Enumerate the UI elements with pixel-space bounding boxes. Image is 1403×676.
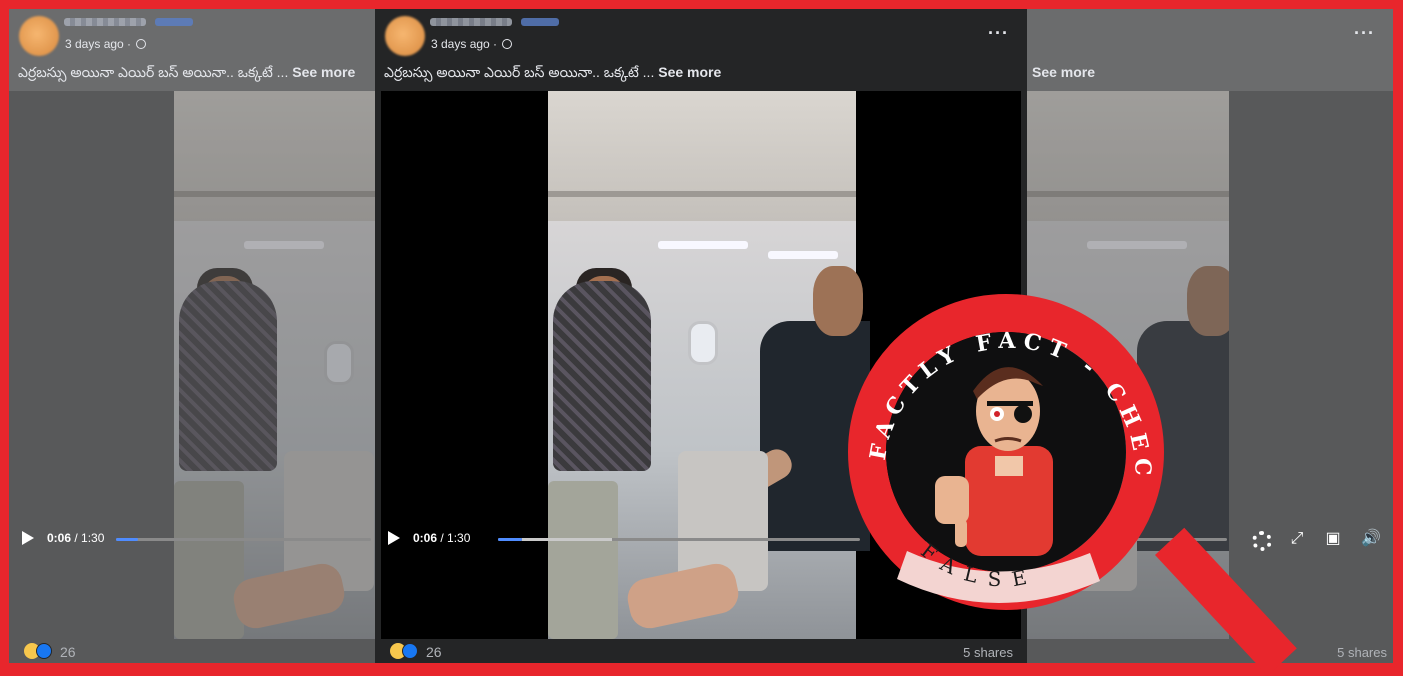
- video-controls: 0:06 / 1:30: [9, 525, 375, 555]
- avatar[interactable]: [19, 16, 59, 56]
- video-progress-bar[interactable]: [498, 538, 860, 541]
- post-time[interactable]: 3 days ago ·: [431, 37, 497, 51]
- globe-icon: [502, 39, 513, 49]
- play-icon[interactable]: [388, 531, 400, 545]
- video-player[interactable]: [174, 91, 375, 639]
- play-icon[interactable]: [22, 531, 34, 545]
- miniplayer-icon[interactable]: ▣: [1323, 529, 1343, 549]
- reaction-count[interactable]: 26: [426, 644, 442, 660]
- post-footer: 5 shares: [1027, 639, 1393, 663]
- video-frame: [548, 91, 870, 639]
- see-more-link[interactable]: See more: [658, 64, 721, 80]
- avatar[interactable]: [385, 16, 425, 56]
- post-time[interactable]: 3 days ago ·: [65, 37, 131, 51]
- post-meta: 3 days ago ·: [65, 37, 147, 51]
- see-more-link[interactable]: See more: [1032, 64, 1095, 80]
- settings-icon[interactable]: [1252, 531, 1272, 551]
- blurred-author-name[interactable]: [64, 18, 146, 26]
- volume-icon[interactable]: 🔊: [1361, 529, 1381, 549]
- blurred-author-name[interactable]: [430, 18, 512, 26]
- post-footer: 26 5 shares: [375, 639, 1027, 663]
- globe-icon: [136, 39, 147, 49]
- reaction-count[interactable]: 26: [60, 644, 76, 660]
- video-progress-fill: [498, 538, 522, 541]
- fullscreen-icon[interactable]: ⤢: [1287, 529, 1307, 549]
- more-icon[interactable]: ···: [988, 23, 1009, 44]
- caption-text: ఎర్రబస్సు అయినా ఎయిర్ బస్ అయినా.. ఒక్కటే…: [384, 64, 659, 80]
- video-buffer: [522, 538, 612, 541]
- like-reaction-icon[interactable]: [36, 643, 52, 659]
- video-progress-fill: [116, 538, 138, 541]
- caption-text: ఎర్రబస్సు అయినా ఎయిర్ బస్ అయినా.. ఒక్కటే…: [18, 64, 293, 80]
- video-progress-bar[interactable]: [116, 538, 371, 541]
- share-count[interactable]: 5 shares: [1337, 645, 1387, 660]
- like-reaction-icon[interactable]: [402, 643, 418, 659]
- video-time: 0:06 / 1:30: [47, 531, 105, 545]
- post-caption: ఎర్రబస్సు అయినా ఎయిర్ బస్ అయినా.. ఒక్కటే…: [18, 64, 355, 84]
- post-header: ··· See more: [1027, 9, 1393, 91]
- blurred-follow-link[interactable]: [521, 18, 559, 26]
- post-header: 3 days ago · ··· ఎర్రబస్సు అయినా ఎయిర్ బ…: [375, 9, 1027, 91]
- post-left-faded: 3 days ago · ఎర్రబస్సు అయినా ఎయిర్ బస్ అ…: [9, 9, 375, 663]
- post-meta: 3 days ago ·: [431, 37, 513, 51]
- more-icon[interactable]: ···: [1354, 23, 1375, 44]
- blurred-follow-link[interactable]: [155, 18, 193, 26]
- video-time: 0:06 / 1:30: [413, 531, 471, 545]
- share-count[interactable]: 5 shares: [963, 645, 1013, 660]
- post-header: 3 days ago · ఎర్రబస్సు అయినా ఎయిర్ బస్ అ…: [9, 9, 375, 91]
- see-more-link[interactable]: See more: [292, 64, 355, 80]
- fact-check-stamp: FACTLY FACT - CHECK FALSE: [845, 291, 1164, 610]
- post-footer: 26: [9, 639, 375, 663]
- video-frame: [174, 91, 375, 639]
- post-caption: See more: [1032, 64, 1095, 80]
- post-caption: ఎర్రబస్సు అయినా ఎయిర్ బస్ అయినా.. ఒక్కటే…: [384, 64, 721, 84]
